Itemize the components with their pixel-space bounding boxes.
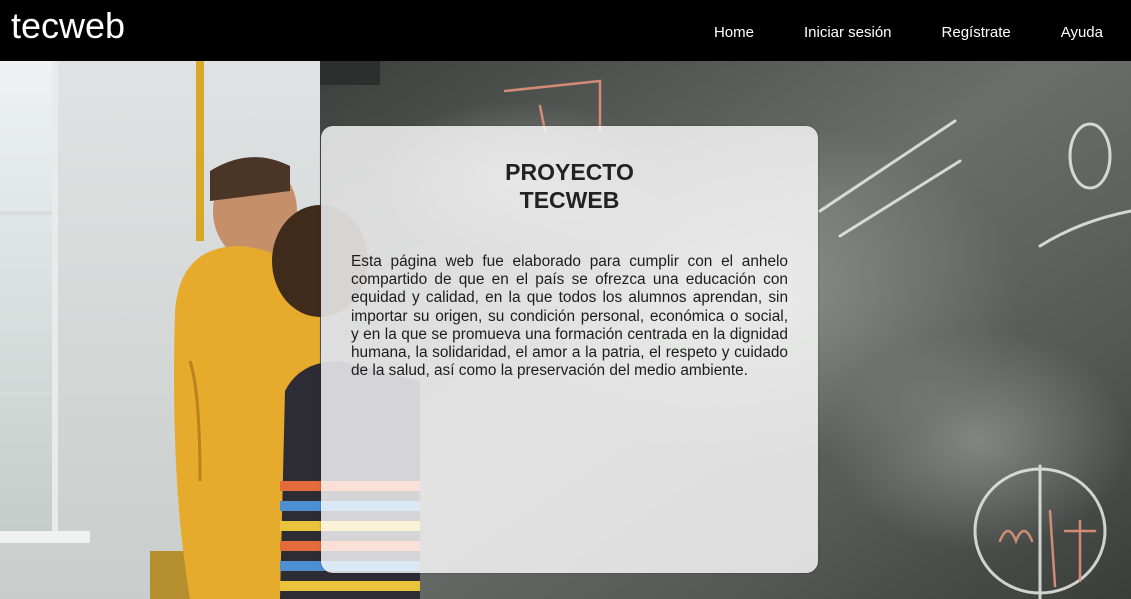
card-title-line-2: TECWEB <box>519 187 620 213</box>
nav-link-register[interactable]: Regístrate <box>942 24 1011 42</box>
site-logo[interactable]: tecweb <box>11 6 125 46</box>
card-title-line-1: PROYECTO <box>505 159 634 185</box>
project-card: PROYECTO TECWEB Esta página web fue elab… <box>321 126 818 573</box>
nav-link-login[interactable]: Iniciar sesión <box>804 24 892 42</box>
nav-link-help[interactable]: Ayuda <box>1061 24 1103 42</box>
page: tecweb Home Iniciar sesión Regístrate Ay… <box>0 0 1131 599</box>
nav-link-home[interactable]: Home <box>714 24 754 42</box>
card-description: Esta página web fue elaborado para cumpl… <box>351 253 788 380</box>
nav-menu: Home Iniciar sesión Regístrate Ayuda <box>714 24 1103 42</box>
top-navbar: tecweb Home Iniciar sesión Regístrate Ay… <box>0 0 1131 61</box>
card-title: PROYECTO TECWEB <box>321 158 818 214</box>
